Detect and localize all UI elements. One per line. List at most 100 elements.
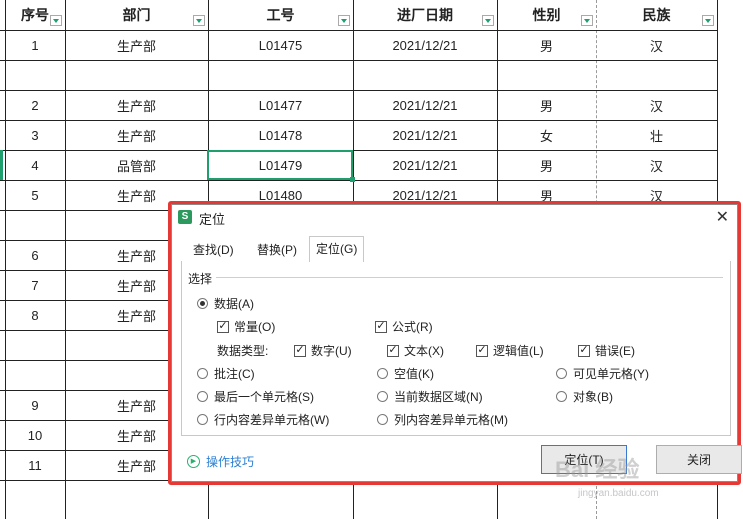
radio-object[interactable]: 对象(B): [556, 388, 613, 405]
table-cell[interactable]: [5, 60, 65, 90]
radio-object-label: 对象(B): [573, 390, 613, 404]
table-cell[interactable]: 7: [5, 270, 65, 300]
table-cell[interactable]: L01477: [208, 90, 353, 120]
checkbox-text[interactable]: ✓ 文本(X): [387, 342, 444, 359]
radio-comment[interactable]: 批注(C): [197, 365, 255, 382]
table-cell[interactable]: 2021/12/21: [353, 150, 497, 180]
table-cell[interactable]: 生产部: [65, 30, 208, 60]
tab-goto[interactable]: 定位(G): [309, 236, 365, 262]
radio-off-icon: [197, 414, 208, 425]
dialog-titlebar[interactable]: S 定位 ✕: [172, 205, 737, 230]
table-cell[interactable]: 2021/12/21: [353, 120, 497, 150]
table-cell[interactable]: [497, 60, 596, 90]
goto-dialog: S 定位 ✕ 查找(D) 替换(P) 定位(G) 选择 数据(A) ✓ 常量(O…: [171, 204, 742, 482]
checkmark-icon: ✓: [294, 344, 306, 357]
table-cell[interactable]: 生产部: [65, 90, 208, 120]
table-cell[interactable]: 2021/12/21: [353, 30, 497, 60]
checkmark-icon: ✓: [217, 320, 229, 333]
radio-blank[interactable]: 空值(K): [377, 365, 434, 382]
table-cell[interactable]: 生产部: [65, 120, 208, 150]
checkmark-icon: ✓: [387, 344, 399, 357]
table-cell[interactable]: 1: [5, 30, 65, 60]
watermark-logo: Bai 经验: [555, 457, 640, 482]
table-cell[interactable]: [5, 210, 65, 240]
column-header[interactable]: 进厂日期: [353, 0, 497, 30]
close-button[interactable]: 关闭: [656, 445, 742, 474]
table-cell[interactable]: 男: [497, 150, 596, 180]
tab-find[interactable]: 查找(D): [187, 238, 240, 262]
table-cell[interactable]: 男: [497, 30, 596, 60]
column-header[interactable]: 民族: [596, 0, 717, 30]
table-cell[interactable]: 汉: [596, 30, 717, 60]
radio-last-cell[interactable]: 最后一个单元格(S): [197, 388, 314, 405]
column-header[interactable]: 工号: [208, 0, 353, 30]
table-cell[interactable]: [5, 330, 65, 360]
radio-col-diff[interactable]: 列内容差异单元格(M): [377, 411, 508, 428]
app-icon: S: [178, 210, 192, 224]
radio-row-diff[interactable]: 行内容差异单元格(W): [197, 411, 329, 428]
table-cell[interactable]: 女: [497, 120, 596, 150]
tips-link[interactable]: ▶ 操作技巧: [187, 453, 254, 470]
dialog-title: 定位: [199, 212, 226, 227]
radio-last-cell-label: 最后一个单元格(S): [214, 390, 314, 404]
filter-dropdown-icon[interactable]: [338, 15, 350, 26]
radio-current-region[interactable]: 当前数据区域(N): [377, 388, 483, 405]
radio-comment-label: 批注(C): [214, 367, 255, 381]
group-divider: [216, 277, 723, 278]
radio-off-icon: [377, 414, 388, 425]
filter-dropdown-icon[interactable]: [581, 15, 593, 26]
radio-visible[interactable]: 可见单元格(Y): [556, 365, 649, 382]
table-cell[interactable]: 5: [5, 180, 65, 210]
table-cell[interactable]: 男: [497, 90, 596, 120]
filter-dropdown-icon[interactable]: [482, 15, 494, 26]
table-cell[interactable]: [5, 360, 65, 390]
filter-dropdown-icon[interactable]: [50, 15, 62, 26]
close-icon[interactable]: ✕: [716, 207, 729, 227]
table-cell[interactable]: 9: [5, 390, 65, 420]
checkbox-formula-label: 公式(R): [392, 320, 433, 334]
checkbox-logical-label: 逻辑值(L): [493, 344, 544, 358]
filter-dropdown-icon[interactable]: [193, 15, 205, 26]
selected-cell[interactable]: [207, 150, 355, 182]
tab-replace[interactable]: 替换(P): [251, 238, 303, 262]
active-row-marker: [0, 150, 3, 180]
table-cell[interactable]: 8: [5, 300, 65, 330]
checkmark-icon: ✓: [578, 344, 590, 357]
checkbox-formula[interactable]: ✓ 公式(R): [375, 318, 433, 335]
checkbox-number[interactable]: ✓ 数字(U): [294, 342, 352, 359]
tips-label: 操作技巧: [206, 455, 255, 469]
data-type-label: 数据类型:: [217, 344, 269, 358]
filter-dropdown-icon[interactable]: [702, 15, 714, 26]
checkbox-logical[interactable]: ✓ 逻辑值(L): [476, 342, 544, 359]
table-cell[interactable]: [353, 60, 497, 90]
table-cell[interactable]: [208, 60, 353, 90]
table-cell[interactable]: 品管部: [65, 150, 208, 180]
table-cell[interactable]: 10: [5, 420, 65, 450]
radio-off-icon: [556, 391, 567, 402]
radio-on-icon: [197, 298, 208, 309]
table-cell[interactable]: 4: [5, 150, 65, 180]
radio-blank-label: 空值(K): [394, 367, 434, 381]
checkbox-text-label: 文本(X): [404, 344, 444, 358]
radio-data[interactable]: 数据(A): [197, 295, 254, 312]
table-cell[interactable]: 2: [5, 90, 65, 120]
radio-off-icon: [197, 368, 208, 379]
table-cell[interactable]: 汉: [596, 150, 717, 180]
radio-off-icon: [197, 391, 208, 402]
table-cell[interactable]: [65, 60, 208, 90]
table-cell[interactable]: L01478: [208, 120, 353, 150]
table-cell[interactable]: 2021/12/21: [353, 90, 497, 120]
table-cell[interactable]: 3: [5, 120, 65, 150]
column-header[interactable]: 部门: [65, 0, 208, 30]
table-cell[interactable]: 6: [5, 240, 65, 270]
radio-data-label: 数据(A): [214, 297, 254, 311]
checkbox-constant-label: 常量(O): [234, 320, 276, 334]
table-cell[interactable]: 11: [5, 450, 65, 480]
checkbox-error[interactable]: ✓ 错误(E): [578, 342, 635, 359]
table-cell[interactable]: 壮: [596, 120, 717, 150]
table-cell[interactable]: [596, 60, 717, 90]
table-cell[interactable]: 汉: [596, 90, 717, 120]
checkbox-constant[interactable]: ✓ 常量(O): [217, 318, 275, 335]
table-cell[interactable]: L01475: [208, 30, 353, 60]
checkbox-number-label: 数字(U): [311, 344, 352, 358]
